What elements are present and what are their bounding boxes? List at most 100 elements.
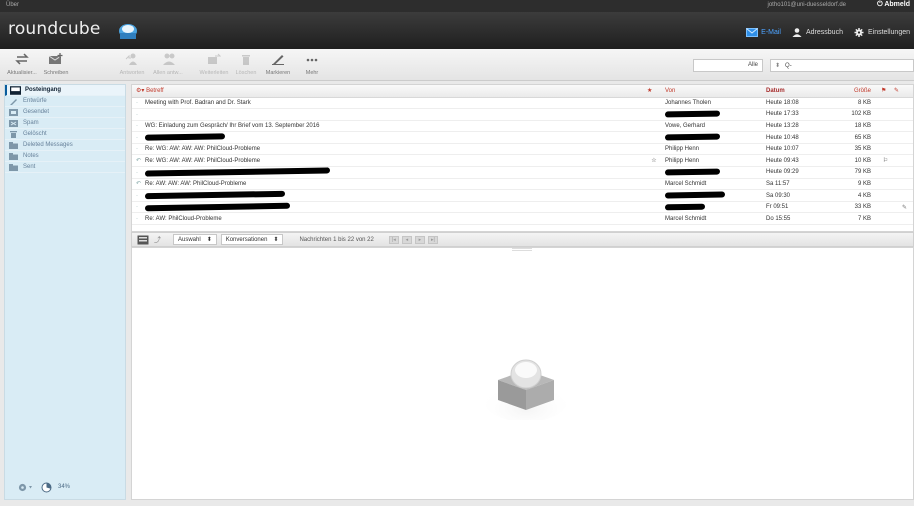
folder-settings-gear-icon[interactable] <box>17 482 35 493</box>
toolbar-button-more[interactable]: Mehr <box>292 52 332 76</box>
folder-sent[interactable]: Sent <box>5 162 125 173</box>
logout-button[interactable]: ⏻ Abmeld <box>877 1 910 9</box>
message-row[interactable]: · Fr 09:51 33 KB ✎ <box>132 201 913 214</box>
flag-cell[interactable] <box>877 166 890 179</box>
last-page-button[interactable]: ▸| <box>427 235 438 244</box>
star-cell[interactable] <box>643 108 661 121</box>
subject-cell[interactable]: · Meeting with Prof. Badran and Dr. Stark <box>132 97 643 110</box>
flag2-column-header[interactable]: ⚑ <box>877 85 890 98</box>
prev-page-button[interactable]: ◂ <box>401 235 412 244</box>
date-column-header[interactable]: Datum <box>762 85 840 98</box>
about-link[interactable]: Über <box>6 2 19 8</box>
flag-cell[interactable] <box>877 108 890 121</box>
selection-dropdown[interactable]: Auswahl ⬍ <box>173 234 217 245</box>
status-dot-icon[interactable]: · <box>136 123 142 129</box>
message-row[interactable]: · Sa 09:30 4 KB <box>132 189 913 202</box>
star-cell[interactable] <box>643 131 661 144</box>
list-options-gear-icon[interactable]: ⚙▾ <box>136 88 144 94</box>
status-dot-icon[interactable]: · <box>136 100 142 106</box>
size-column-header[interactable]: Größe <box>840 85 877 98</box>
toolbar-button-compose[interactable]: Schreiben <box>36 52 76 76</box>
status-dot-icon[interactable]: · <box>136 112 142 118</box>
pane-splitter[interactable] <box>512 248 532 251</box>
toolbar-button-reply[interactable]: Antworten <box>112 52 152 76</box>
flag-cell[interactable] <box>877 201 890 214</box>
flag-cell[interactable] <box>877 212 890 226</box>
subject-cell[interactable]: ↶ Re: AW: AW: AW: PhilCloud-Probleme <box>132 178 643 191</box>
attachment-cell <box>890 108 913 121</box>
toolbar-button-reply-all[interactable]: Allen antw... <box>148 52 188 76</box>
flag-cell[interactable] <box>877 143 890 156</box>
flag-cell[interactable] <box>877 120 890 133</box>
flag-cell[interactable]: ⚐ <box>877 154 890 168</box>
folder-spam[interactable]: Spam <box>5 118 125 129</box>
status-dot-icon[interactable]: · <box>136 216 142 222</box>
folder-gesendet[interactable]: Gesendet <box>5 107 125 118</box>
star-cell[interactable] <box>643 166 661 179</box>
message-row[interactable]: · Heute 17:33 102 KB <box>132 108 913 121</box>
message-row[interactable]: · WG: Einladung zum Gespräch/ Ihr Brief v… <box>132 120 913 133</box>
message-row[interactable]: · Heute 09:29 79 KB <box>132 166 913 179</box>
star-cell[interactable] <box>643 143 661 156</box>
nav-addressbook[interactable]: Adressbuch <box>791 27 843 37</box>
replied-icon[interactable]: ↶ <box>136 180 142 187</box>
subject-cell[interactable]: · WG: Einladung zum Gespräch/ Ihr Brief v… <box>132 120 643 133</box>
subject-cell[interactable]: · <box>132 189 643 202</box>
from-column-header[interactable]: Von <box>661 85 762 98</box>
nav-settings[interactable]: Einstellungen <box>853 27 910 37</box>
message-row[interactable]: · Re: WG: AW: AW: AW: PhilCloud-Probleme P… <box>132 143 913 156</box>
nav-addressbook-label: Adressbuch <box>806 28 843 36</box>
layout-toggle-icon[interactable] <box>137 235 149 245</box>
threads-dropdown[interactable]: Konversationen ⬍ <box>220 234 284 245</box>
folder-posteingang[interactable]: Posteingang <box>5 85 125 96</box>
flag-cell[interactable] <box>877 131 890 144</box>
flag-cell[interactable] <box>877 189 890 202</box>
message-row[interactable]: ↶ Re: AW: AW: AW: PhilCloud-Probleme Marce… <box>132 178 913 191</box>
nav-mail[interactable]: E-Mail <box>746 27 781 37</box>
subject-cell[interactable]: · <box>132 201 643 214</box>
flag-cell[interactable] <box>877 178 890 191</box>
thread-toggle-icon[interactable]: ⤴ <box>154 235 161 245</box>
attachment-column-header[interactable]: ✎ <box>890 85 913 98</box>
app-logo[interactable]: roundcube <box>8 19 101 39</box>
more-icon <box>292 52 332 66</box>
folder-deleted-messages[interactable]: Deleted Messages <box>5 140 125 151</box>
message-row[interactable]: · Meeting with Prof. Badran and Dr. Stark… <box>132 97 913 110</box>
message-subject: Meeting with Prof. Badran and Dr. Stark <box>145 99 251 106</box>
folder-notes[interactable]: Notes <box>5 151 125 162</box>
first-page-button[interactable]: |◂ <box>388 235 399 244</box>
flag-cell[interactable] <box>877 97 890 110</box>
folder-entwürfe[interactable]: Entwürfe <box>5 96 125 107</box>
message-row[interactable]: ↶ Re: WG: AW: AW: AW: PhilCloud-Probleme ☆… <box>132 154 913 168</box>
status-dot-icon[interactable]: · <box>136 170 142 176</box>
star-cell[interactable] <box>643 97 661 110</box>
status-dot-icon[interactable]: · <box>136 135 142 141</box>
next-page-button[interactable]: ▸ <box>414 235 425 244</box>
message-row[interactable]: · Heute 10:48 65 KB <box>132 131 913 144</box>
search-input[interactable]: ⬍ Q- <box>770 59 914 72</box>
status-dot-icon[interactable]: · <box>136 204 142 210</box>
star-cell[interactable] <box>643 201 661 214</box>
status-dot-icon[interactable]: · <box>136 193 142 199</box>
flag-column-header[interactable]: ★ <box>643 85 661 98</box>
subject-cell[interactable]: · <box>132 166 643 179</box>
replied-icon[interactable]: ↶ <box>136 157 142 164</box>
star-cell[interactable] <box>643 120 661 133</box>
subject-cell[interactable]: · Re: WG: AW: AW: AW: PhilCloud-Probleme <box>132 143 643 156</box>
star-cell[interactable] <box>643 212 661 226</box>
subject-cell[interactable]: · <box>132 108 643 121</box>
redacted-sender <box>665 191 725 199</box>
subject-column-header[interactable]: ⚙▾ Betreff <box>132 85 643 98</box>
folder-gelöscht[interactable]: Gelöscht <box>5 129 125 140</box>
top-line: Über jotho101@uni-duesseldorf.de ⏻ Abmel… <box>0 0 914 12</box>
subject-cell[interactable]: · <box>132 131 643 144</box>
message-sender: Philipp Henn <box>665 146 700 153</box>
subject-cell[interactable]: · Re: AW: PhilCloud-Probleme <box>132 212 643 226</box>
filter-select[interactable]: Alle <box>693 59 763 72</box>
star-cell[interactable] <box>643 189 661 202</box>
star-cell[interactable]: ☆ <box>643 154 661 168</box>
status-dot-icon[interactable]: · <box>136 146 142 152</box>
star-cell[interactable] <box>643 178 661 191</box>
message-row[interactable]: · Re: AW: PhilCloud-Probleme Marcel Schmid… <box>132 212 913 226</box>
subject-cell[interactable]: ↶ Re: WG: AW: AW: AW: PhilCloud-Probleme <box>132 154 643 168</box>
